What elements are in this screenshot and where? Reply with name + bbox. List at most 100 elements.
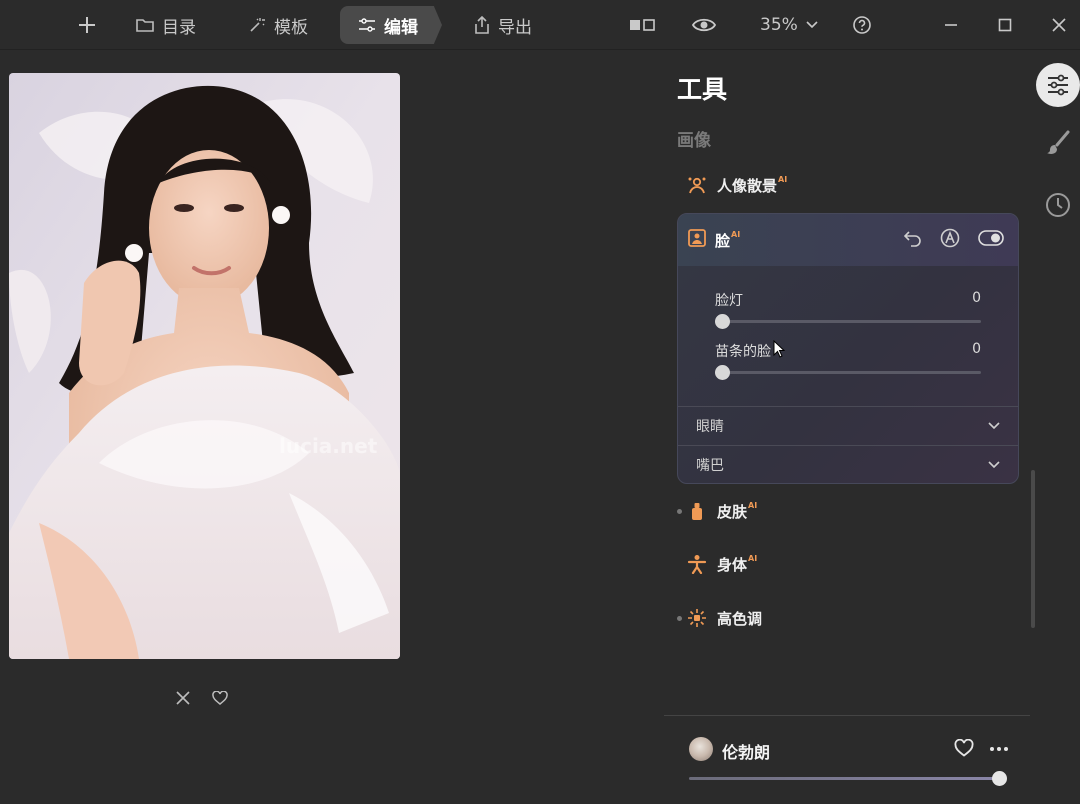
ai-badge: AI: [778, 174, 788, 184]
heart-icon: [212, 690, 228, 705]
chevron-down-icon: [988, 422, 1000, 430]
catalog-label: 目录: [162, 17, 196, 38]
photo-watermark: lucia.net: [279, 434, 378, 458]
help-icon: [853, 16, 871, 34]
favorite-button[interactable]: [212, 690, 228, 709]
preset-avatar: [689, 737, 713, 761]
plus-icon: [79, 17, 95, 33]
slider-knob[interactable]: [715, 365, 730, 380]
minimize-button[interactable]: [944, 0, 958, 50]
magic-wand-icon: [250, 18, 265, 32]
ai-badge: AI: [731, 229, 741, 239]
skin-icon: [687, 501, 707, 521]
subsection-label: 眼睛: [696, 419, 724, 435]
preview-toggle[interactable]: [692, 0, 716, 50]
enable-toggle[interactable]: [978, 230, 1004, 250]
slim-face-slider[interactable]: 苗条的脸 0: [715, 341, 981, 380]
tool-label: 身体: [717, 555, 748, 574]
slider-label: 苗条的脸: [715, 344, 771, 360]
eyes-subsection[interactable]: 眼睛: [678, 406, 1018, 445]
preset-bar: 伦勃朗: [689, 737, 1019, 797]
brush-panel-button[interactable]: [1036, 121, 1080, 165]
tool-portrait-bokeh[interactable]: 人像散景 AI: [677, 170, 787, 200]
preset-strength-track[interactable]: [689, 777, 999, 780]
slider-knob[interactable]: [715, 314, 730, 329]
close-window-button[interactable]: [1052, 0, 1066, 50]
eye-icon: [692, 18, 716, 32]
preset-favorite-button[interactable]: [954, 738, 974, 761]
face-tool-card: 脸 AI 脸灯 0 苗条的脸 0 眼睛 嘴巴: [677, 213, 1019, 484]
zoom-dropdown[interactable]: 35%: [760, 0, 818, 50]
photo-actions: [176, 690, 228, 709]
tool-label: 人像散景: [717, 176, 778, 195]
tool-label: 皮肤: [717, 502, 748, 521]
tool-skin[interactable]: 皮肤 AI: [677, 496, 757, 526]
panel-divider: [664, 715, 1030, 716]
undo-icon: [903, 231, 921, 247]
ai-badge: AI: [748, 553, 758, 563]
sliders-icon: [359, 18, 375, 32]
top-toolbar: 目录 模板 编辑 导出 35%: [0, 0, 1080, 50]
zoom-value: 35%: [760, 15, 798, 35]
toggle-on-icon: [978, 230, 1004, 246]
subsection-label: 嘴巴: [696, 458, 724, 474]
folder-icon: [136, 19, 154, 32]
face-light-slider[interactable]: 脸灯 0: [715, 290, 981, 329]
chevron-down-icon: [806, 21, 818, 29]
reject-button[interactable]: [176, 690, 190, 709]
share-icon: [475, 16, 489, 34]
history-panel-button[interactable]: [1036, 183, 1080, 227]
panel-scrollbar[interactable]: [1031, 470, 1035, 628]
export-tab[interactable]: 导出: [474, 0, 532, 50]
export-label: 导出: [498, 17, 532, 38]
more-icon: [990, 747, 1008, 751]
sliders-icon: [1048, 74, 1068, 96]
template-label: 模板: [274, 17, 308, 38]
panel-title: 工具: [677, 75, 728, 104]
tool-label: 高色调: [717, 609, 763, 628]
compare-button[interactable]: [629, 0, 655, 50]
tool-high-key[interactable]: 高色调: [677, 603, 762, 633]
portrait-image: lucia.net: [9, 73, 400, 659]
auto-button[interactable]: [940, 228, 960, 252]
section-label: 画像: [677, 131, 711, 151]
add-button[interactable]: [78, 0, 96, 50]
clock-icon: [1046, 193, 1070, 217]
tool-body[interactable]: 身体 AI: [677, 549, 757, 579]
slider-track[interactable]: [715, 314, 981, 329]
catalog-tab[interactable]: 目录: [136, 0, 196, 50]
preset-more-button[interactable]: [989, 739, 1009, 763]
minimize-icon: [945, 24, 957, 26]
tools-panel-button[interactable]: [1036, 63, 1080, 107]
chevron-down-icon: [988, 461, 1000, 469]
face-tool-header[interactable]: 脸 AI: [678, 214, 1018, 266]
preset-name: 伦勃朗: [722, 743, 771, 762]
face-icon: [688, 229, 706, 251]
edit-tab[interactable]: 编辑: [340, 6, 442, 44]
help-button[interactable]: [852, 0, 872, 50]
modified-dot: [677, 615, 682, 621]
slider-value: 0: [972, 290, 981, 306]
body-icon: [687, 554, 707, 574]
template-tab[interactable]: 模板: [248, 0, 308, 50]
preset-strength-knob[interactable]: [992, 771, 1007, 786]
face-tool-label: 脸: [715, 231, 731, 250]
modified-dot: [677, 508, 682, 514]
brush-icon: [1047, 130, 1070, 154]
slider-value: 0: [972, 341, 981, 357]
mouth-subsection[interactable]: 嘴巴: [678, 445, 1018, 483]
high-key-icon: [687, 608, 707, 628]
edit-label: 编辑: [384, 17, 418, 38]
reset-button[interactable]: [903, 229, 922, 251]
maximize-button[interactable]: [998, 0, 1012, 50]
portrait-bokeh-icon: [687, 175, 707, 195]
ai-badge: AI: [748, 500, 758, 510]
slider-track[interactable]: [715, 365, 981, 380]
auto-icon: [940, 228, 960, 248]
photo-preview[interactable]: lucia.net: [9, 73, 400, 659]
heart-icon: [954, 738, 974, 757]
mouse-cursor-icon: [773, 340, 785, 358]
close-icon: [176, 691, 190, 705]
compare-icon: [630, 19, 655, 31]
slider-label: 脸灯: [715, 293, 743, 309]
